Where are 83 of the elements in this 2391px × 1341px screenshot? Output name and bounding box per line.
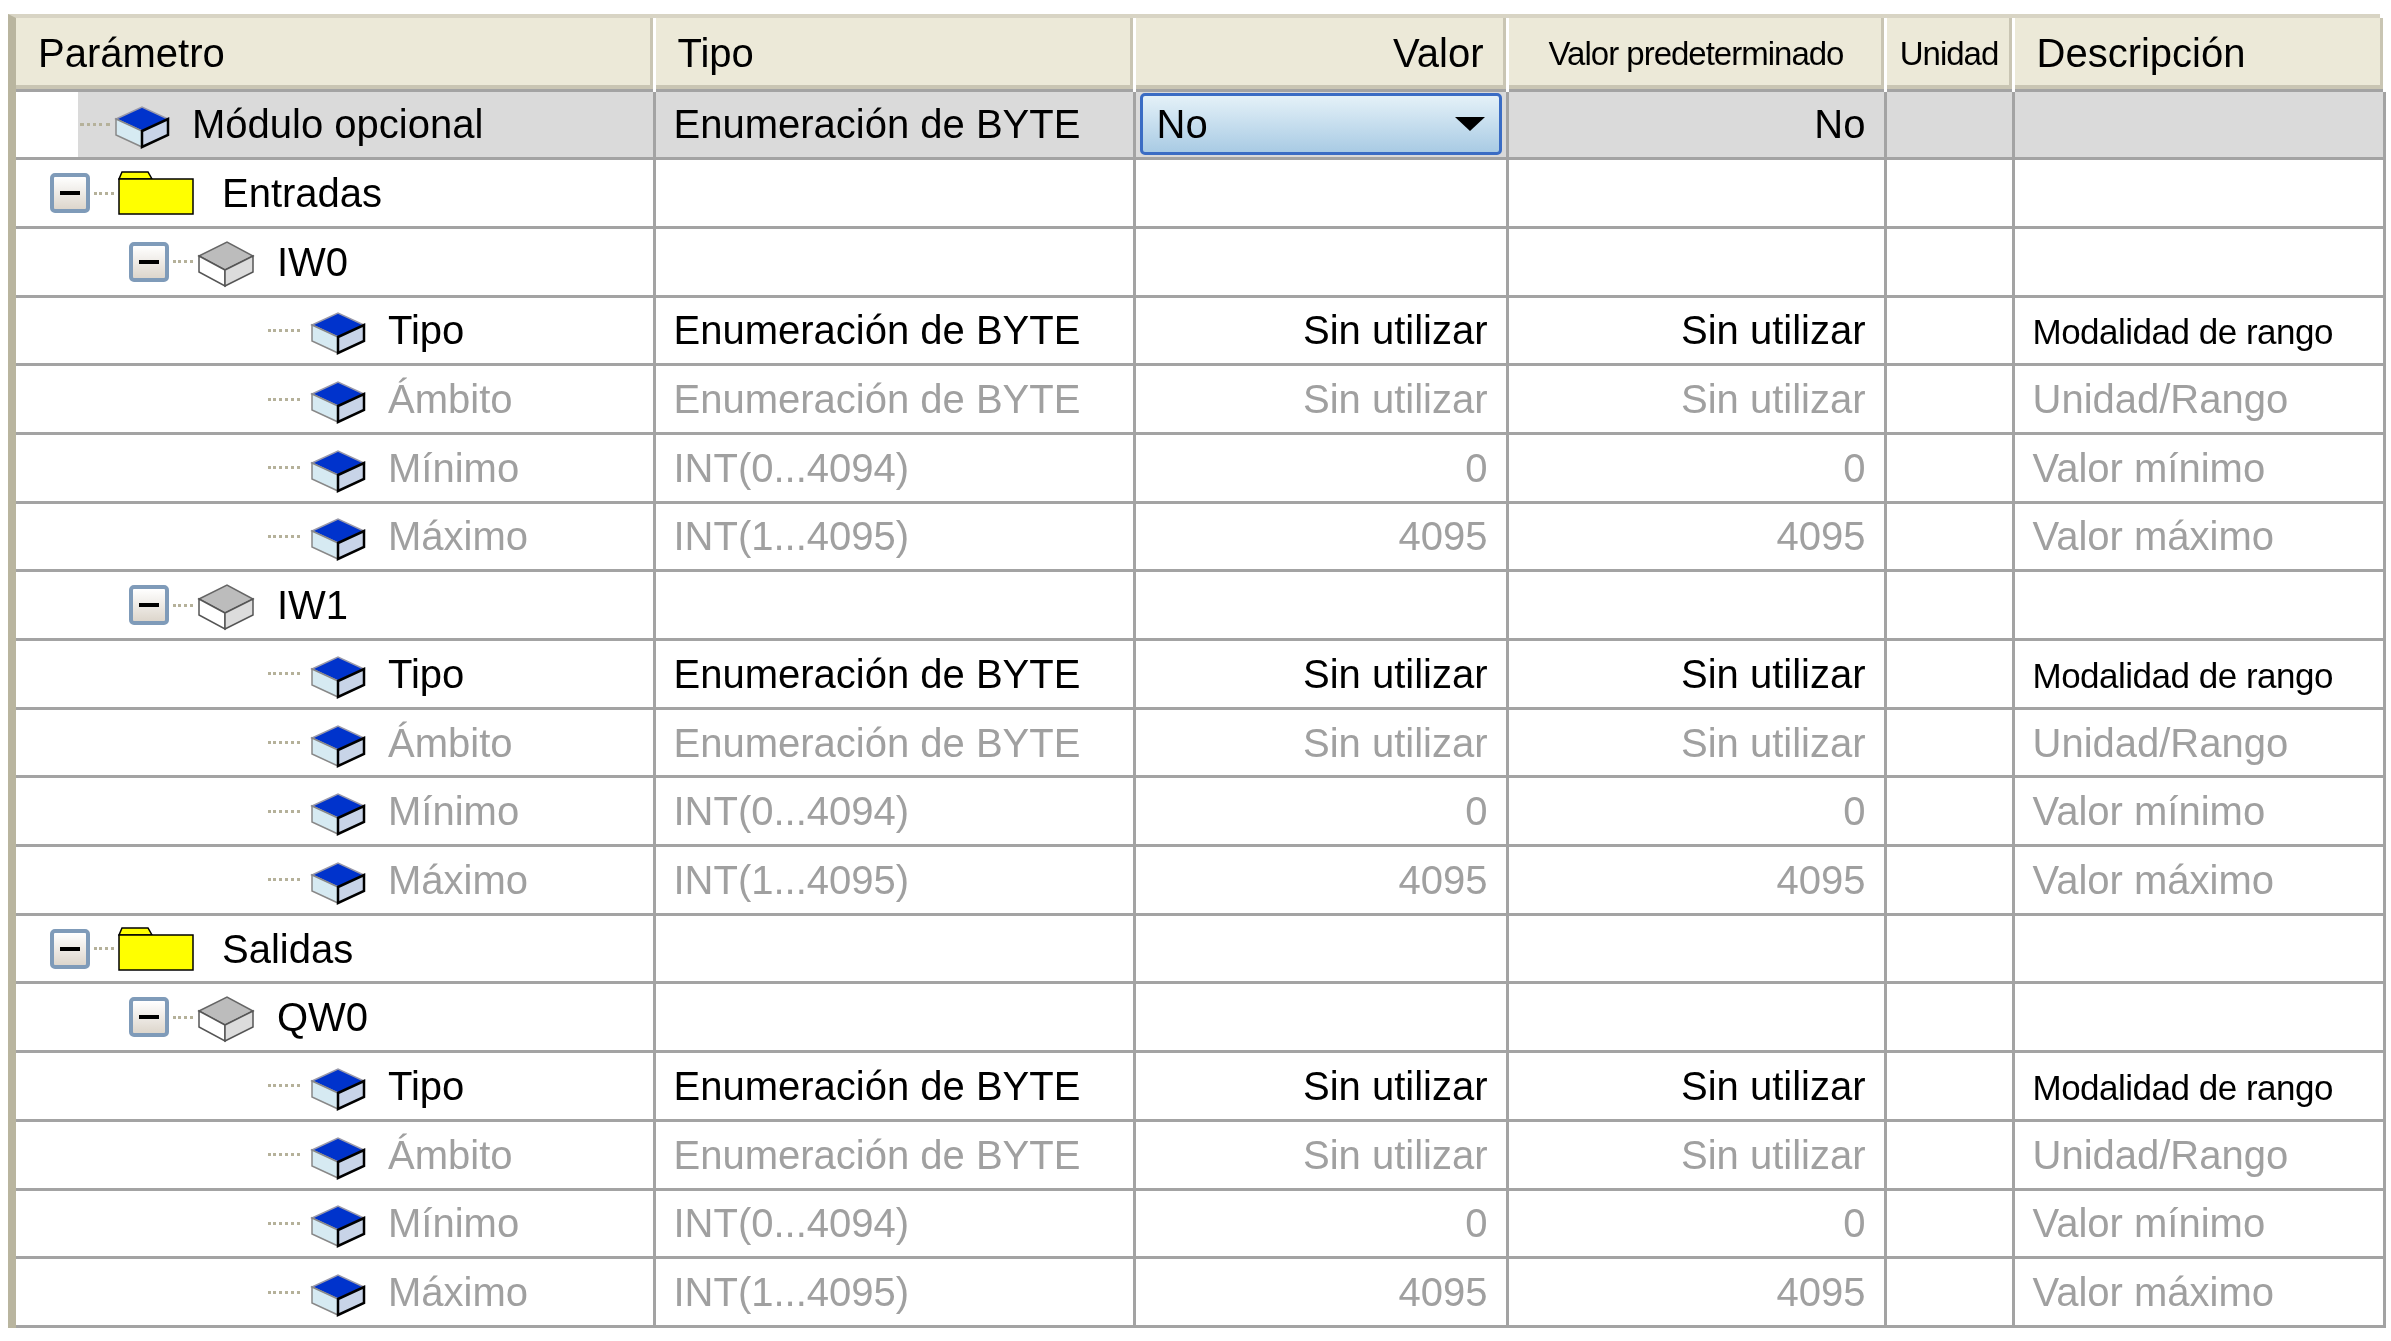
description-text: Modalidad de rango bbox=[2032, 1067, 2333, 1107]
tree-cell[interactable]: Tipo bbox=[16, 296, 654, 365]
collapse-toggle[interactable] bbox=[50, 173, 90, 214]
column-header[interactable]: Unidad bbox=[1885, 18, 2013, 90]
default-value-text: Sin utilizar bbox=[1681, 308, 1866, 353]
type-text: INT(0...4094) bbox=[673, 1201, 910, 1246]
parameter-name[interactable]: Tipo bbox=[388, 643, 465, 704]
parameter-name[interactable]: Tipo bbox=[388, 1055, 465, 1116]
value-text: 4095 bbox=[1398, 1270, 1488, 1315]
value-text: 0 bbox=[1465, 445, 1488, 490]
description-text: Modalidad de rango bbox=[2032, 655, 2333, 695]
tree-cell[interactable]: IW0 bbox=[16, 227, 654, 297]
column-header[interactable]: Valor predeterminado bbox=[1507, 18, 1885, 90]
type-text: INT(1...4095) bbox=[673, 857, 910, 902]
type-text: Enumeración de BYTE bbox=[673, 720, 1081, 765]
default-value-text: Sin utilizar bbox=[1681, 377, 1866, 422]
value-text: 0 bbox=[1465, 789, 1488, 834]
parameter-name[interactable]: Salidas bbox=[222, 918, 354, 979]
value-text: Sin utilizar bbox=[1303, 377, 1488, 422]
collapse-toggle[interactable] bbox=[129, 585, 169, 626]
value-text: Sin utilizar bbox=[1303, 651, 1488, 696]
type-text: Enumeración de BYTE bbox=[673, 1132, 1081, 1177]
value-text: 4095 bbox=[1398, 514, 1488, 559]
tree-cell[interactable]: Tipo bbox=[16, 639, 654, 709]
description-text: Modalidad de rango bbox=[2032, 312, 2333, 352]
parameter-name[interactable]: QW0 bbox=[277, 987, 369, 1048]
type-text: Enumeración de BYTE bbox=[673, 102, 1081, 147]
description-text: Valor máximo bbox=[2032, 857, 2275, 902]
tree-cell[interactable]: Tipo bbox=[16, 1051, 654, 1121]
folder-icon bbox=[118, 171, 194, 216]
parameter-name[interactable]: Entradas bbox=[222, 163, 383, 224]
default-value-text: Sin utilizar bbox=[1681, 1063, 1866, 1108]
tree-cell[interactable]: Salidas bbox=[16, 914, 654, 983]
tree-cell[interactable]: QW0 bbox=[16, 982, 654, 1052]
description-text: Valor mínimo bbox=[2032, 445, 2266, 490]
default-value-text: 0 bbox=[1843, 445, 1866, 490]
value-text: Sin utilizar bbox=[1303, 308, 1488, 353]
parameter-name[interactable]: Módulo opcional bbox=[192, 94, 484, 155]
default-value-text: 0 bbox=[1843, 1201, 1866, 1246]
value-dropdown[interactable]: No bbox=[1139, 93, 1502, 156]
collapse-toggle[interactable] bbox=[129, 241, 169, 282]
type-text: Enumeración de BYTE bbox=[673, 651, 1081, 696]
default-value-text: 4095 bbox=[1776, 857, 1866, 902]
default-value-text: Sin utilizar bbox=[1681, 651, 1866, 696]
column-header[interactable]: Tipo bbox=[654, 18, 1134, 90]
description-text: Unidad/Rango bbox=[2032, 1132, 2289, 1177]
description-text: Valor mínimo bbox=[2032, 789, 2266, 834]
value-text: Sin utilizar bbox=[1303, 1063, 1488, 1108]
type-text: INT(1...4095) bbox=[673, 1270, 910, 1315]
type-text: INT(0...4094) bbox=[673, 445, 910, 490]
value-text: 0 bbox=[1465, 1201, 1488, 1246]
column-header[interactable]: Valor bbox=[1134, 18, 1507, 90]
folder-icon bbox=[118, 926, 194, 971]
default-value-text: 0 bbox=[1843, 789, 1866, 834]
description-text: Valor máximo bbox=[2032, 1270, 2275, 1315]
type-text: Enumeración de BYTE bbox=[673, 1063, 1081, 1108]
value-text: Sin utilizar bbox=[1303, 1132, 1488, 1177]
description-text: Unidad/Rango bbox=[2032, 377, 2289, 422]
column-header[interactable]: Parámetro bbox=[16, 18, 654, 90]
description-text: Unidad/Rango bbox=[2032, 720, 2289, 765]
default-value-text: Sin utilizar bbox=[1681, 720, 1866, 765]
caret-icon bbox=[1454, 116, 1485, 133]
type-text: Enumeración de BYTE bbox=[673, 308, 1081, 353]
type-text: INT(0...4094) bbox=[673, 789, 910, 834]
default-value-text: 4095 bbox=[1776, 514, 1866, 559]
collapse-toggle[interactable] bbox=[129, 997, 169, 1038]
type-text: Enumeración de BYTE bbox=[673, 377, 1081, 422]
description-text: Valor mínimo bbox=[2032, 1201, 2266, 1246]
tree-cell[interactable]: IW1 bbox=[16, 570, 654, 640]
default-value-text: No bbox=[1814, 102, 1866, 147]
parameter-name[interactable]: IW0 bbox=[277, 231, 349, 292]
parameter-name[interactable]: Tipo bbox=[388, 300, 465, 361]
default-value-text: 4095 bbox=[1776, 1270, 1866, 1315]
default-value-text: Sin utilizar bbox=[1681, 1132, 1866, 1177]
tree-cell[interactable]: Módulo opcional bbox=[16, 90, 654, 159]
tree-cell[interactable]: Entradas bbox=[16, 158, 654, 228]
value-text: 4095 bbox=[1398, 857, 1488, 902]
collapse-toggle[interactable] bbox=[50, 928, 90, 969]
parameter-name[interactable]: IW1 bbox=[277, 575, 349, 636]
type-text: INT(1...4095) bbox=[673, 514, 910, 559]
value-text: Sin utilizar bbox=[1303, 720, 1488, 765]
description-text: Valor máximo bbox=[2032, 514, 2275, 559]
column-header[interactable]: Descripción bbox=[2013, 18, 2384, 90]
